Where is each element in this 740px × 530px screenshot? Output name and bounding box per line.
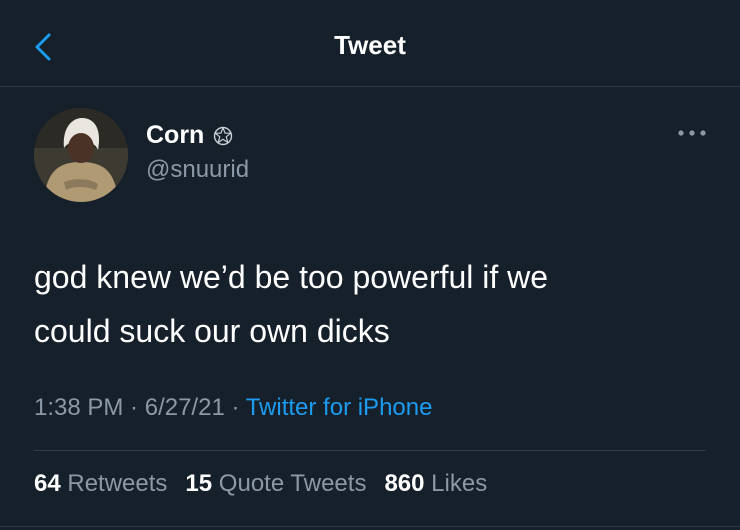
retweets-count: 64 <box>34 470 61 497</box>
author-name-row[interactable]: Corn <box>146 121 234 150</box>
quote-tweets-stat[interactable]: 15 Quote Tweets <box>185 470 366 497</box>
author-handle[interactable]: @snuurid <box>146 156 249 184</box>
tweet-metadata: 1:38 PM · 6/27/21 · Twitter for iPhone <box>34 394 432 422</box>
separator-dot: · <box>123 394 145 421</box>
quote-tweets-label: Quote Tweets <box>218 470 367 497</box>
engagement-stats: 64 Retweets 15 Quote Tweets 860 Likes <box>34 470 505 498</box>
divider <box>0 526 740 527</box>
author-name[interactable]: Corn <box>146 121 204 150</box>
likes-label: Likes <box>431 470 488 497</box>
top-bar: Tweet <box>0 0 740 87</box>
retweets-stat[interactable]: 64 Retweets <box>34 470 167 497</box>
quote-tweets-count: 15 <box>185 470 213 497</box>
page-title: Tweet <box>334 30 406 60</box>
likes-stat[interactable]: 860 Likes <box>384 470 487 497</box>
pentagram-icon <box>212 125 234 147</box>
more-options-button[interactable] <box>672 118 712 148</box>
tweet-text: god knew we’d be too powerful if we coul… <box>34 250 694 358</box>
likes-count: 860 <box>384 470 425 497</box>
retweets-label: Retweets <box>67 470 168 497</box>
divider <box>34 450 706 451</box>
tweet-text-line: god knew we’d be too powerful if we <box>34 259 549 295</box>
tweet-text-line: could suck our own dicks <box>34 313 390 349</box>
avatar-image <box>34 108 128 202</box>
more-dots-icon <box>678 130 706 136</box>
tweet-date[interactable]: 6/27/21 <box>145 394 225 421</box>
tweet-time[interactable]: 1:38 PM <box>34 394 123 421</box>
tweet-source-link[interactable]: Twitter for iPhone <box>246 394 433 421</box>
avatar[interactable] <box>34 108 128 202</box>
separator-dot: · <box>224 394 246 421</box>
